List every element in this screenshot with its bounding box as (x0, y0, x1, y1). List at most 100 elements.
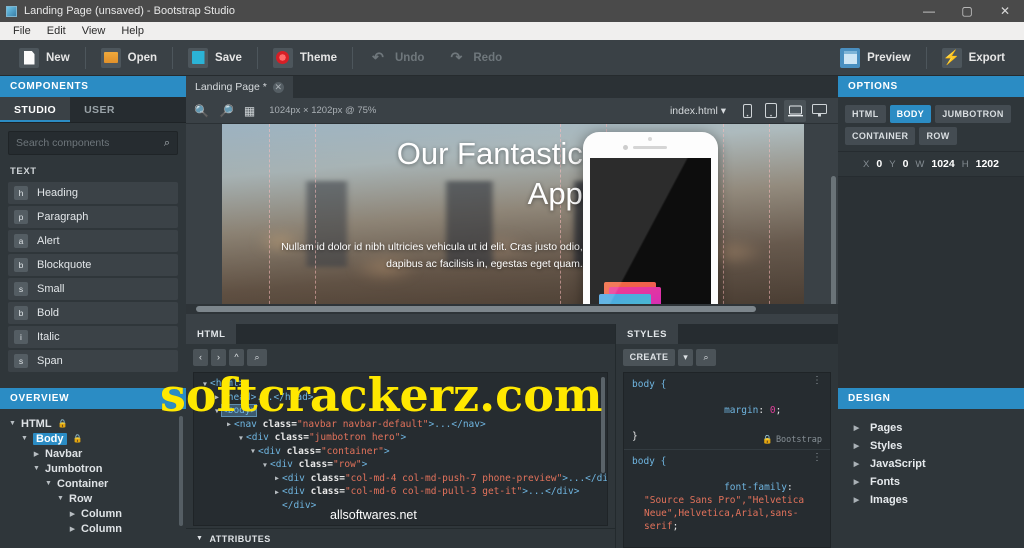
search-button[interactable]: ⌕ (247, 348, 267, 366)
tree-row-get-it[interactable]: ▶ <div class= "col-md-6 col-md-pull-3 ge… (198, 485, 607, 499)
overview-node-container[interactable]: ▼ Container (8, 476, 186, 491)
css-rules-list[interactable]: ⋮ body { margin: 0; } 🔒 Bootstrap ⋮ body… (623, 372, 831, 548)
geometry-value-x[interactable]: 0 (876, 158, 882, 170)
close-icon[interactable]: ✕ (272, 81, 284, 93)
html-tree[interactable]: ▼ <html> ▶ <head> ...</head> ▼ <body> ▶ (193, 372, 608, 526)
disclosure-triangle-icon[interactable]: ▶ (272, 488, 282, 496)
disclosure-triangle-icon[interactable]: ▶ (224, 420, 234, 428)
up-button[interactable]: ^ (229, 348, 244, 366)
search-icon[interactable]: ⌕ (164, 137, 170, 150)
close-button[interactable]: ✕ (986, 0, 1024, 22)
disclosure-triangle-icon[interactable]: ▶ (212, 393, 222, 401)
disclosure-triangle-icon[interactable]: ▼ (8, 420, 17, 427)
disclosure-triangle-icon[interactable]: ▼ (212, 407, 222, 415)
page-selector[interactable]: index.html ▾ (670, 105, 726, 117)
menu-file[interactable]: File (5, 22, 39, 40)
badge-row[interactable]: ROW (919, 127, 957, 145)
tree-row-container[interactable]: ▼ <div class= "container" > (198, 445, 607, 459)
badge-body[interactable]: BODY (889, 105, 932, 123)
tree-row-jumbotron[interactable]: ▼ <div class= "jumbotron hero" > (198, 431, 607, 445)
canvas-viewport[interactable]: Our Fantastic App Nullam id dolor id nib… (186, 124, 838, 314)
preview-button[interactable]: Preview (829, 43, 921, 73)
tree-row-head[interactable]: ▶ <head> ...</head> (198, 391, 607, 405)
components-search[interactable]: ⌕ (8, 131, 178, 155)
canvas-horizontal-scrollbar[interactable] (186, 304, 838, 314)
disclosure-triangle-icon[interactable]: ▶ (852, 460, 861, 468)
disclosure-triangle-icon[interactable]: ▶ (852, 478, 861, 486)
back-button[interactable]: ‹ (193, 348, 208, 366)
html-tree-scrollbar[interactable] (601, 377, 605, 473)
component-small[interactable]: s Small (8, 278, 178, 300)
disclosure-triangle-icon[interactable]: ▶ (852, 496, 861, 504)
zoom-in-icon[interactable]: 🔍 (194, 104, 209, 118)
redo-button[interactable]: ↷ Redo (435, 43, 513, 73)
badge-html[interactable]: HTML (845, 105, 886, 123)
tree-row-html[interactable]: ▼ <html> (198, 377, 607, 391)
minimize-button[interactable]: — (910, 0, 948, 22)
overview-node-html[interactable]: ▼ HTML 🔒 (8, 416, 186, 431)
phone-icon[interactable] (736, 100, 758, 122)
zoom-out-icon[interactable]: 🔎 (219, 104, 234, 118)
tab-styles[interactable]: STYLES (616, 324, 678, 344)
design-item-fonts[interactable]: ▶ Fonts (852, 473, 1024, 491)
design-item-pages[interactable]: ▶ Pages (852, 419, 1024, 437)
tablet-icon[interactable] (760, 100, 782, 122)
tree-row-close-div[interactable]: </div> (198, 499, 607, 513)
scrollbar-thumb[interactable] (196, 306, 756, 312)
canvas-vertical-scrollbar[interactable] (831, 176, 836, 314)
menu-edit[interactable]: Edit (39, 22, 74, 40)
menu-help[interactable]: Help (113, 22, 152, 40)
component-italic[interactable]: i Italic (8, 326, 178, 348)
badge-jumbotron[interactable]: JUMBOTRON (935, 105, 1011, 123)
hero-text-block[interactable]: Our Fantastic App Nullam id dolor id nib… (257, 134, 583, 273)
component-bold[interactable]: b Bold (8, 302, 178, 324)
desktop-icon[interactable] (808, 100, 830, 122)
overview-node-jumbotron[interactable]: ▼ Jumbotron (8, 461, 186, 476)
design-item-styles[interactable]: ▶ Styles (852, 437, 1024, 455)
overview-node-column[interactable]: ▶ Column (8, 506, 186, 521)
tree-row-nav[interactable]: ▶ <nav class= "navbar navbar-default" >.… (198, 418, 607, 432)
geometry-value-h[interactable]: 1202 (976, 158, 999, 170)
disclosure-triangle-icon[interactable]: ▼ (236, 434, 246, 442)
overview-node-row[interactable]: ▼ Row (8, 491, 186, 506)
search-input[interactable] (16, 137, 164, 149)
design-item-javascript[interactable]: ▶ JavaScript (852, 455, 1024, 473)
create-button[interactable]: CREATE (623, 348, 675, 366)
grid-icon[interactable]: ▦ (244, 104, 255, 118)
chevron-down-icon[interactable]: ▾ (721, 105, 726, 117)
badge-container[interactable]: CONTAINER (845, 127, 916, 145)
disclosure-triangle-icon[interactable]: ▶ (852, 424, 861, 432)
menu-view[interactable]: View (74, 22, 114, 40)
undo-button[interactable]: ↶ Undo (357, 43, 435, 73)
disclosure-triangle-icon[interactable]: ▼ (196, 535, 203, 542)
maximize-button[interactable]: ▢ (948, 0, 986, 22)
overview-scrollbar[interactable] (179, 416, 183, 526)
overview-node-body[interactable]: ▼ Body 🔒 (8, 431, 186, 446)
component-heading[interactable]: h Heading (8, 182, 178, 204)
tree-row-body[interactable]: ▼ <body> (198, 404, 607, 418)
disclosure-triangle-icon[interactable]: ▶ (68, 525, 77, 533)
disclosure-triangle-icon[interactable]: ▶ (852, 442, 861, 450)
disclosure-triangle-icon[interactable]: ▼ (260, 461, 270, 469)
css-rule-body-margin[interactable]: ⋮ body { margin: 0; } 🔒 Bootstrap (624, 373, 830, 450)
disclosure-triangle-icon[interactable]: ▼ (200, 380, 210, 388)
disclosure-triangle-icon[interactable]: ▼ (56, 495, 65, 502)
overview-node-navbar[interactable]: ▶ Navbar (8, 446, 186, 461)
disclosure-triangle-icon[interactable]: ▶ (32, 450, 41, 458)
save-button[interactable]: Save (177, 43, 253, 73)
component-alert[interactable]: a Alert (8, 230, 178, 252)
attributes-section[interactable]: ▼ ATTRIBUTES (186, 528, 615, 548)
tree-row-row[interactable]: ▼ <div class= "row" > (198, 458, 607, 472)
overview-node-column[interactable]: ▶ Column (8, 521, 186, 536)
disclosure-triangle-icon[interactable]: ▼ (44, 480, 53, 487)
open-button[interactable]: Open (90, 43, 168, 73)
geometry-value-w[interactable]: 1024 (931, 158, 954, 170)
disclosure-triangle-icon[interactable]: ▼ (248, 447, 258, 455)
export-button[interactable]: ⚡ Export (931, 43, 1016, 73)
design-item-images[interactable]: ▶ Images (852, 491, 1024, 509)
tree-row-phone-preview[interactable]: ▶ <div class= "col-md-4 col-md-push-7 ph… (198, 472, 607, 486)
laptop-icon[interactable] (784, 99, 806, 122)
rendered-page[interactable]: Our Fantastic App Nullam id dolor id nib… (222, 124, 804, 314)
disclosure-triangle-icon[interactable]: ▶ (68, 510, 77, 518)
disclosure-triangle-icon[interactable]: ▼ (32, 465, 41, 472)
